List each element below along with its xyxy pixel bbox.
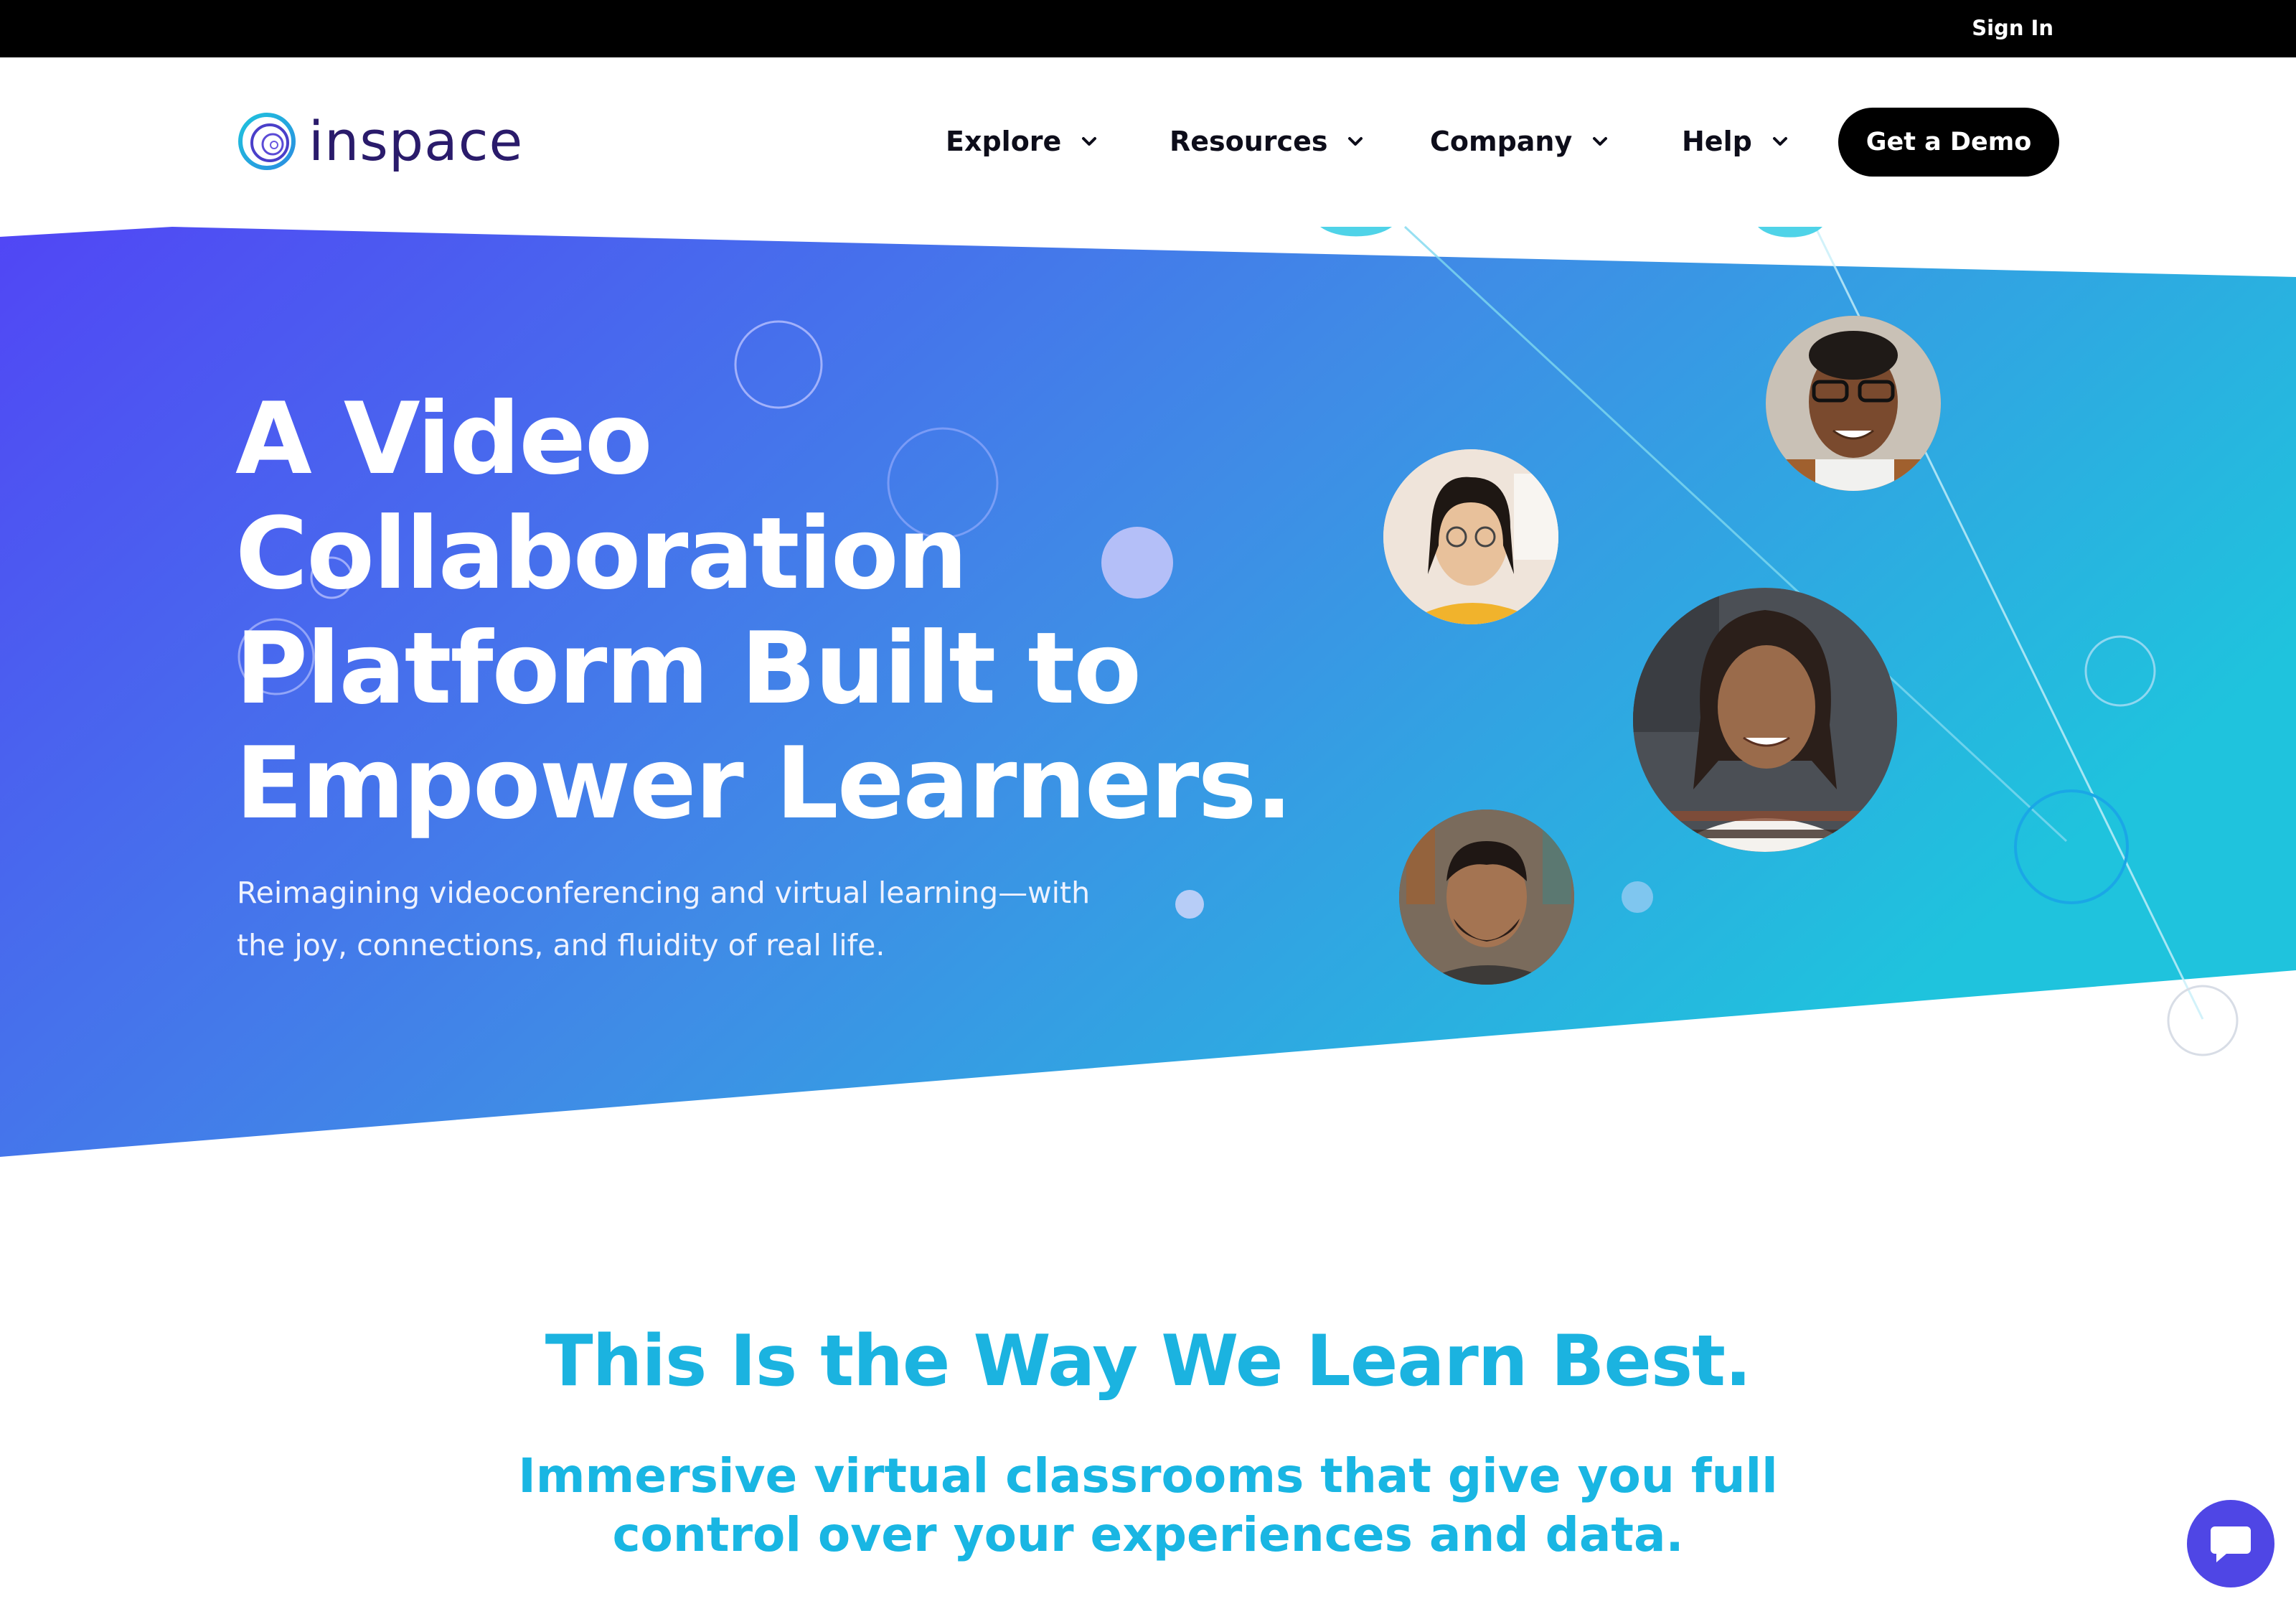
headline-line: A Video xyxy=(235,381,653,497)
inspace-swirl-logo-icon xyxy=(238,113,296,170)
decor-circle xyxy=(1622,881,1653,913)
chevron-down-icon xyxy=(1772,137,1787,146)
chevron-down-icon xyxy=(1348,137,1363,146)
nav-label: Explore xyxy=(946,126,1062,157)
get-a-demo-button[interactable]: Get a Demo xyxy=(1838,108,2059,177)
decor-circle xyxy=(1175,890,1204,919)
nav-label: Company xyxy=(1430,126,1573,157)
hero-subtext: Reimagining videoconferencing and virtua… xyxy=(237,876,1091,962)
section-title: This Is the Way We Learn Best. xyxy=(545,1320,1752,1402)
chevron-down-icon xyxy=(1082,137,1097,146)
site-header: inspace Explore Resources Company Help G… xyxy=(0,57,2296,227)
nav-label: Resources xyxy=(1170,126,1328,157)
headline-line: Platform Built to xyxy=(235,611,1142,726)
top-bar: Sign In xyxy=(0,0,2296,57)
decor-circle xyxy=(2167,985,2239,1056)
hero-headline: A Video Collaboration Platform Built to … xyxy=(235,382,1312,841)
headline-line: Collaboration xyxy=(235,496,968,611)
chat-widget-button[interactable] xyxy=(2187,1500,2274,1587)
chat-bubble-icon xyxy=(2211,1526,2251,1562)
sign-in-link[interactable]: Sign In xyxy=(1972,16,2053,40)
nav-resources[interactable]: Resources xyxy=(1170,126,1365,157)
nav-label: Help xyxy=(1682,126,1752,157)
decor-circle xyxy=(1320,227,1392,237)
nav-help[interactable]: Help xyxy=(1682,126,1789,157)
chevron-down-icon xyxy=(1593,137,1608,146)
logo-wordmark: inspace xyxy=(309,109,524,173)
decor-circle xyxy=(1758,227,1822,238)
logo[interactable]: inspace xyxy=(237,111,538,176)
nav-company[interactable]: Company xyxy=(1430,126,1609,157)
headline-line: Empower Learners. xyxy=(235,726,1293,841)
section-subtitle: Immersive virtual classrooms that give y… xyxy=(518,1448,1778,1562)
nav-explore[interactable]: Explore xyxy=(946,126,1098,157)
